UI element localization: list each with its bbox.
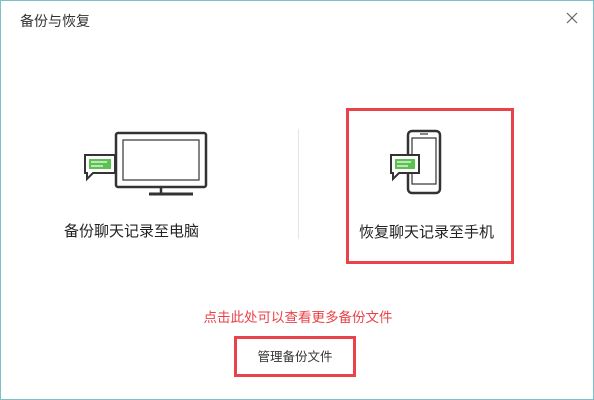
more-backups-hint: 点击此处可以查看更多备份文件: [203, 310, 393, 326]
restore-to-phone-option[interactable]: 恢复聊天记录至手机: [346, 108, 514, 264]
phone-chat-icon: [390, 129, 442, 195]
title-bar[interactable]: 备份与恢复: [1, 1, 593, 41]
options-divider: [298, 129, 299, 239]
close-icon: [566, 12, 578, 24]
backup-to-pc-option[interactable]: 备份聊天记录至电脑: [41, 111, 261, 256]
manage-backup-files-link[interactable]: 管理备份文件: [237, 349, 353, 365]
close-button[interactable]: [561, 7, 583, 29]
restore-to-phone-label: 恢复聊天记录至手机: [359, 223, 495, 241]
monitor-base-icon: [149, 192, 193, 196]
manage-backup-files-button[interactable]: 管理备份文件: [234, 336, 356, 377]
backup-to-pc-label: 备份聊天记录至电脑: [64, 222, 200, 240]
window-title: 备份与恢复: [20, 14, 90, 30]
computer-chat-icon: [84, 131, 208, 193]
backup-restore-window: 备份与恢复 备份聊天记录至电脑 恢复聊天记录至手机 点击此处可以查看更多备份文件…: [0, 0, 594, 400]
